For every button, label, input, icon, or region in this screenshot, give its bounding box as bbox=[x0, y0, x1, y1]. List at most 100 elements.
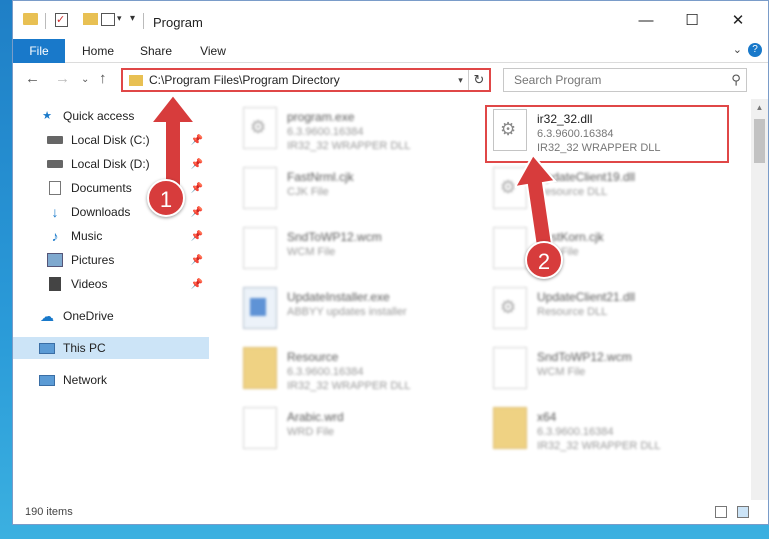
folder-icon bbox=[493, 407, 527, 449]
tab-home[interactable]: Home bbox=[73, 39, 123, 63]
search-icon[interactable]: ⚲ bbox=[726, 72, 746, 88]
up-icon[interactable]: ↑ bbox=[99, 70, 107, 87]
file-item[interactable]: program.exe 6.3.9600.16384 IR32_32 WRAPPER… bbox=[243, 107, 473, 159]
download-icon: ↓ bbox=[51, 204, 59, 220]
vertical-scrollbar[interactable]: ▲ bbox=[751, 99, 768, 501]
forward-icon[interactable]: → bbox=[55, 70, 70, 87]
sidebar-item-network[interactable]: Network bbox=[13, 369, 209, 391]
new-folder-icon[interactable] bbox=[83, 13, 98, 25]
exe-file-icon bbox=[243, 107, 277, 149]
tab-view[interactable]: View bbox=[189, 39, 237, 63]
file-item[interactable]: Resource 6.3.9600.16384 IR32_32 WRAPPER DL… bbox=[243, 347, 473, 399]
scroll-up-icon[interactable]: ▲ bbox=[751, 99, 768, 116]
star-icon: ★ bbox=[42, 110, 52, 122]
file-detail: IR32_32 WRAPPER DLL bbox=[537, 440, 661, 452]
file-detail: Resource DLL bbox=[537, 306, 608, 318]
address-path[interactable]: C:\Program Files\Program Directory bbox=[149, 73, 453, 87]
chevron-down-icon[interactable]: ▾ bbox=[453, 70, 469, 90]
sidebar-item-label: Downloads bbox=[71, 205, 131, 219]
file-name: FastNrml.cjk bbox=[287, 170, 354, 184]
file-name: Arabic.wrd bbox=[287, 410, 344, 424]
file-icon bbox=[493, 347, 527, 389]
drive-icon bbox=[47, 136, 63, 144]
recent-locations-icon[interactable]: ⌄ bbox=[81, 74, 89, 85]
file-name: Resource bbox=[287, 350, 339, 364]
computer-icon bbox=[39, 342, 55, 354]
file-detail: WRD File bbox=[287, 426, 335, 438]
file-detail: CJK File bbox=[287, 186, 329, 198]
pin-icon[interactable]: 📌 bbox=[191, 279, 203, 290]
sidebar-item-onedrive[interactable]: ☁ OneDrive bbox=[13, 305, 209, 327]
folder-icon bbox=[129, 74, 143, 86]
file-name: SndToWP12.wcm bbox=[537, 350, 632, 364]
pictures-icon bbox=[47, 253, 63, 267]
sidebar-item-label: Local Disk (D:) bbox=[71, 157, 150, 171]
window-title: Program bbox=[153, 15, 203, 30]
file-item[interactable]: FastNrml.cjk CJK File bbox=[243, 167, 473, 219]
file-detail: IR32_32 WRAPPER DLL bbox=[287, 140, 411, 152]
file-item[interactable]: UpdateClient21.dll Resource DLL bbox=[493, 287, 723, 339]
file-icon bbox=[243, 407, 277, 449]
file-name: UpdateInstaller.exe bbox=[287, 290, 390, 304]
close-button[interactable]: ✕ bbox=[715, 7, 761, 35]
sidebar-item-label: Music bbox=[71, 229, 103, 243]
minimize-button[interactable]: — bbox=[623, 7, 669, 35]
file-detail: ABBYY updates installer bbox=[287, 306, 407, 318]
divider bbox=[45, 13, 46, 29]
sidebar-item-label: OneDrive bbox=[63, 309, 114, 323]
file-name: x64 bbox=[537, 410, 557, 424]
refresh-icon[interactable]: ↻ bbox=[469, 72, 489, 88]
search-input[interactable] bbox=[514, 73, 726, 87]
file-item[interactable]: SndToWP12.wcm WCM File bbox=[243, 227, 473, 279]
maximize-button[interactable]: ☐ bbox=[669, 7, 715, 35]
help-icon[interactable]: ? bbox=[748, 43, 762, 57]
tab-file[interactable]: File bbox=[13, 39, 65, 63]
status-bar: 190 items bbox=[13, 500, 768, 524]
file-icon bbox=[243, 227, 277, 269]
sidebar-item-label: Local Disk (C:) bbox=[71, 133, 150, 147]
title-bar: ✓ ▾ ▾ Program — ☐ ✕ bbox=[13, 1, 768, 39]
step-badge-2: 2 bbox=[525, 241, 563, 279]
step-badge-1: 1 bbox=[147, 179, 185, 217]
tab-share[interactable]: Share bbox=[131, 39, 181, 63]
cloud-icon: ☁ bbox=[40, 308, 54, 324]
videos-icon bbox=[49, 277, 61, 291]
pin-icon[interactable]: 📌 bbox=[191, 231, 203, 242]
file-item[interactable]: x64 6.3.9600.16384 IR32_32 WRAPPER DLL bbox=[493, 407, 723, 459]
file-detail: 6.3.9600.16384 bbox=[537, 426, 614, 438]
documents-icon bbox=[49, 181, 61, 195]
view-icon[interactable] bbox=[101, 13, 115, 26]
file-name: SndToWP12.wcm bbox=[287, 230, 382, 244]
sidebar-item-this-pc[interactable]: This PC bbox=[13, 337, 209, 359]
customize-toolbar-icon[interactable]: ▾ bbox=[130, 13, 135, 24]
details-view-icon[interactable] bbox=[715, 506, 727, 518]
address-bar[interactable]: C:\Program Files\Program Directory ▾ ↻ bbox=[121, 68, 491, 92]
large-icons-view-icon[interactable] bbox=[737, 506, 749, 518]
expand-ribbon-icon[interactable]: ⌄ bbox=[733, 43, 742, 56]
pin-icon[interactable]: 📌 bbox=[191, 255, 203, 266]
properties-icon[interactable]: ✓ bbox=[55, 13, 68, 27]
file-item[interactable]: Arabic.wrd WRD File bbox=[243, 407, 473, 459]
installer-icon bbox=[243, 287, 277, 329]
file-detail: IR32_32 WRAPPER DLL bbox=[287, 380, 411, 392]
file-detail: WCM File bbox=[287, 246, 336, 258]
sidebar-item-label: Pictures bbox=[71, 253, 115, 267]
divider bbox=[143, 13, 144, 29]
explorer-window: ✓ ▾ ▾ Program — ☐ ✕ File Home Share View… bbox=[12, 0, 769, 525]
file-item[interactable]: UpdateInstaller.exe ABBYY updates install… bbox=[243, 287, 473, 339]
search-box[interactable]: ⚲ bbox=[503, 68, 747, 92]
dll-file-icon bbox=[493, 287, 527, 329]
chevron-down-icon[interactable]: ▾ bbox=[117, 13, 122, 24]
back-icon[interactable]: ← bbox=[25, 70, 40, 87]
file-detail: 6.3.9600.16384 bbox=[287, 126, 364, 138]
scroll-thumb[interactable] bbox=[754, 119, 765, 163]
file-item[interactable]: SndToWP12.wcm WCM File bbox=[493, 347, 723, 399]
sidebar-item-pictures[interactable]: Pictures 📌 bbox=[13, 249, 209, 271]
folder-icon bbox=[23, 13, 38, 25]
sidebar-item-music[interactable]: ♪ Music 📌 bbox=[13, 225, 209, 247]
sidebar-item-videos[interactable]: Videos 📌 bbox=[13, 273, 209, 295]
sidebar-item-label: Quick access bbox=[63, 109, 135, 123]
file-detail: WCM File bbox=[537, 366, 586, 378]
network-icon bbox=[39, 374, 55, 386]
file-detail: 6.3.9600.16384 bbox=[287, 366, 364, 378]
